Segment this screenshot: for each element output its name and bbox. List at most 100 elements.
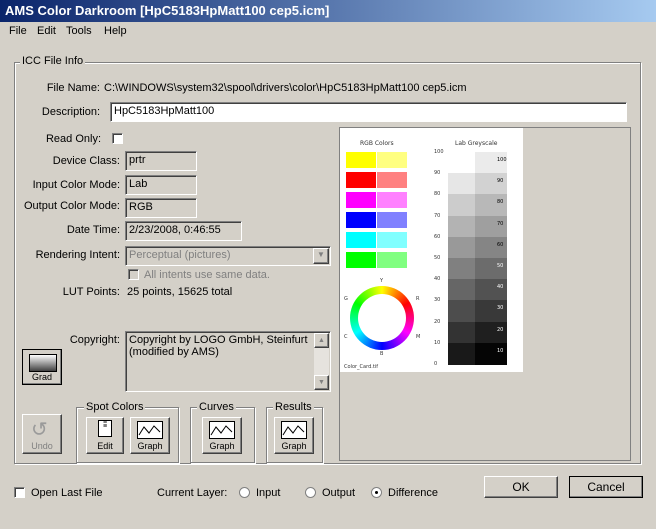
open-last-file-checkbox[interactable] <box>14 487 25 498</box>
lab-greyscale-title: Lab Greyscale <box>455 140 498 147</box>
undo-icon: ↺ <box>31 419 48 441</box>
rendering-intent-select[interactable]: Perceptual (pictures) <box>125 246 331 266</box>
all-intents-checkbox[interactable] <box>128 269 139 280</box>
output-mode-label: Output Color Mode: <box>24 200 120 212</box>
grey-step-adjusted <box>475 342 507 365</box>
layer-input-radio[interactable] <box>239 487 250 498</box>
grey-tick-label: 10 <box>434 339 441 346</box>
rgb-swatch <box>346 212 376 228</box>
lut-points-value: 25 points, 15625 total <box>127 286 233 298</box>
rgb-swatch <box>346 192 376 208</box>
rgb-swatch-tint <box>377 252 407 268</box>
scroll-down-icon[interactable]: ▼ <box>314 375 329 390</box>
copyright-textarea[interactable]: Copyright by LOGO GmbH, Steinfurt (modif… <box>125 331 331 392</box>
rendering-intent-label: Rendering Intent: <box>35 249 120 261</box>
grey-value-label: 90 <box>497 178 504 185</box>
color-card-image: RGB Colors Lab Greyscale 100 90 80 70 60 50 40… <box>340 128 523 372</box>
description-label: Description: <box>41 106 100 118</box>
current-layer-label: Current Layer: <box>157 487 228 499</box>
rgb-swatch-tint <box>377 152 407 168</box>
rgb-swatch-tint <box>377 192 407 208</box>
grey-tick-label: 80 <box>434 191 441 198</box>
grey-step-adjusted <box>475 215 507 238</box>
grey-tick-label: 70 <box>434 212 441 219</box>
grey-value-label: 30 <box>497 305 504 312</box>
image-preview-panel[interactable]: RGB Colors Lab Greyscale 100 90 80 70 60 50 40… <box>339 127 631 461</box>
rgb-swatch <box>346 172 376 188</box>
layer-output-label: Output <box>322 487 356 499</box>
grad-label: Grad <box>31 372 52 382</box>
title-bar: AMS Color Darkroom [HpC5183HpMatt100 cep… <box>0 0 656 22</box>
spot-colors-label: Spot Colors <box>84 401 146 413</box>
grey-tick-label: 0 <box>434 361 438 367</box>
grey-value-label: 50 <box>497 263 504 269</box>
spot-graph-button[interactable]: Graph <box>130 417 170 454</box>
grey-step <box>448 279 475 302</box>
output-mode-field: RGB <box>125 198 197 218</box>
icc-group-label: ICC File Info <box>20 55 86 67</box>
grey-tick-label: 100 <box>434 149 444 155</box>
grey-step <box>448 194 475 217</box>
grey-step-adjusted <box>475 279 507 302</box>
layer-difference-radio[interactable] <box>371 487 382 498</box>
grey-step-adjusted <box>475 194 507 217</box>
grey-step <box>448 300 475 323</box>
layer-output-radio[interactable] <box>305 487 316 498</box>
dropdown-arrow-icon[interactable]: ▼ <box>313 248 329 264</box>
read-only-checkbox[interactable] <box>112 133 123 144</box>
grey-value-label: 10 <box>497 347 504 354</box>
grad-button[interactable]: Grad <box>22 349 62 385</box>
grey-step <box>448 321 475 344</box>
window-title: AMS Color Darkroom [HpC5183HpMatt100 cep… <box>5 3 330 18</box>
layer-difference-label: Difference <box>388 487 438 499</box>
edit-document-icon: ≡ ≡ <box>98 419 112 437</box>
menu-bar: File Edit Tools Help <box>0 22 656 41</box>
curves-graph-label: Graph <box>209 441 235 451</box>
wheel-label-m: M <box>416 334 421 340</box>
results-graph-button[interactable]: Graph <box>274 417 314 454</box>
grey-step-adjusted <box>475 300 507 323</box>
menu-help[interactable]: Help <box>104 25 127 37</box>
graph-icon <box>281 421 307 439</box>
grey-value-label: 70 <box>497 220 504 227</box>
graph-icon <box>209 421 235 439</box>
grey-tick-label: 30 <box>434 297 441 304</box>
ok-button[interactable]: OK <box>484 476 558 498</box>
scroll-up-icon[interactable]: ▲ <box>314 333 329 348</box>
grey-step <box>448 215 475 238</box>
curves-graph-button[interactable]: Graph <box>202 417 242 454</box>
menu-edit[interactable]: Edit <box>37 25 56 37</box>
grey-step <box>448 342 475 365</box>
grey-value-label: 80 <box>497 199 504 206</box>
menu-file[interactable]: File <box>9 25 27 37</box>
spot-graph-label: Graph <box>137 441 163 451</box>
curves-label: Curves <box>197 401 236 413</box>
date-time-label: Date Time: <box>66 224 120 236</box>
rgb-swatch-tint <box>377 232 407 248</box>
rgb-swatch <box>346 252 376 268</box>
undo-button[interactable]: ↺ Undo <box>22 414 62 454</box>
spot-edit-button[interactable]: ≡ ≡ Edit <box>86 417 124 454</box>
wheel-label-g: G <box>344 296 348 302</box>
grey-tick-label: 50 <box>434 255 441 261</box>
grey-step-adjusted <box>475 321 507 344</box>
grey-value-label: 40 <box>497 284 504 291</box>
grey-step-adjusted <box>475 236 507 259</box>
rgb-swatch <box>346 232 376 248</box>
all-intents-label: All intents use same data. <box>144 269 270 281</box>
grey-tick-label: 40 <box>434 276 441 283</box>
file-name-value: C:\WINDOWS\system32\spool\drivers\color\… <box>104 82 467 94</box>
grey-step <box>448 236 475 259</box>
copyright-scrollbar[interactable]: ▲ ▼ <box>314 333 329 390</box>
cancel-button[interactable]: Cancel <box>569 476 643 498</box>
grey-tick-label: 20 <box>434 318 441 325</box>
results-graph-label: Graph <box>281 441 307 451</box>
color-wheel-center <box>358 294 406 342</box>
gradient-icon <box>29 354 57 372</box>
description-input[interactable]: HpC5183HpMatt100 <box>110 102 627 122</box>
menu-tools[interactable]: Tools <box>66 25 92 37</box>
grey-value-label: 20 <box>497 326 504 333</box>
grey-tick-label: 60 <box>434 233 441 240</box>
wheel-label-r: R <box>416 296 420 302</box>
wheel-label-c: C <box>344 334 348 340</box>
